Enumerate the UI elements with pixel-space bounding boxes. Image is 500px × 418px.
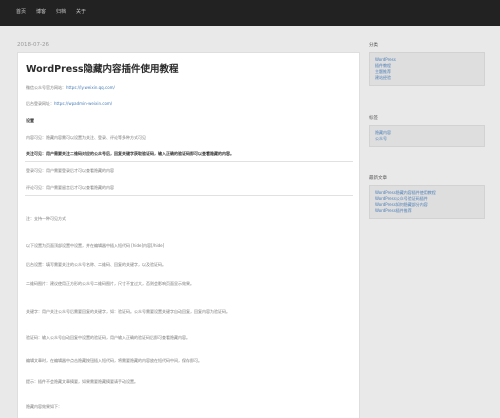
desc-line-4: 注：支持一种可见方式	[26, 216, 66, 221]
widget-title: 分类	[369, 43, 378, 48]
nav-item-home[interactable]: 首页	[16, 8, 26, 17]
nav-item-blog[interactable]: 博客	[36, 8, 46, 17]
site-line: 微信公众号官方网站：https://ly.weixin.qq.com/	[26, 85, 115, 91]
paragraph-4: 关键字：用户关注公众号后需要回复的关键字，如：验证码。公众号需要设置关键字自动回…	[26, 309, 230, 314]
site-link[interactable]: https://ly.weixin.qq.com/	[66, 85, 115, 90]
paragraph-8: 隐藏内容效果如下：	[26, 404, 62, 409]
paragraph-5: 验证码：输入公众号自动回复中设置的验证码，用户输入正确的验证码后即可查看隐藏内容…	[26, 335, 190, 340]
nav-item-archive[interactable]: 归档	[56, 8, 66, 17]
paragraph-2: 后台设置：填写需要关注的公众号名称、二维码、回复的关键字，以及验证码。	[26, 262, 166, 267]
widget-title: 标签	[369, 116, 378, 121]
widget-categories: 分类 WordPress 插件教程 主题推荐 建站经验	[369, 42, 485, 86]
widget-recent-posts: 最新文章 WordPress隐藏内容插件使用教程 WordPress公众号验证码…	[369, 175, 485, 219]
widget-link-list: 隐藏内容 公众号	[369, 125, 485, 147]
login-line: 后台登录网址：https://wpadmin-weixin.com/	[26, 101, 112, 107]
widget-tags: 标签 隐藏内容 公众号	[369, 115, 485, 147]
category-link[interactable]: 建站经验	[375, 75, 479, 81]
post-date: 2018-07-26	[17, 42, 49, 48]
desc-line-1: 内容可见：隐藏内容需可以设置为关注、登录、评论等多种方式可见	[26, 135, 146, 140]
paragraph-7: 提示：插件不会隐藏文章摘要，如果需要隐藏摘要请手动设置。	[26, 379, 138, 384]
widget-link-list: WordPress隐藏内容插件使用教程 WordPress公众号验证码插件 Wo…	[369, 185, 485, 219]
recent-post-link[interactable]: WordPress插件推荐	[375, 208, 479, 214]
widget-link-list: WordPress 插件教程 主题推荐 建站经验	[369, 52, 485, 86]
desc-line-bold: 关注可见：用户需要关注二维码对应的公众号后，回复关键字获取验证码，输入正确的验证…	[26, 151, 234, 156]
site-label: 微信公众号官方网站：	[26, 85, 66, 90]
paragraph-3: 二维码图片：建议使用正方形的公众号二维码图片，尺寸不宜过大，否则会影响页面显示效…	[26, 281, 194, 286]
paragraph-1: 以下设置为页面顶部设置中设置，并在编辑器中插入短代码 [hide]内容[/hid…	[26, 243, 165, 248]
desc-line-2: 登录可见：用户需要登录后才可以查看隐藏的内容	[26, 168, 114, 173]
paragraph-6: 编辑文章时，在编辑器中点击隐藏按钮插入短代码，将需要隐藏的内容放在短代码中间，保…	[26, 358, 202, 363]
tag-link[interactable]: 公众号	[375, 136, 479, 142]
divider	[25, 161, 353, 162]
divider	[25, 195, 353, 196]
nav-item-about[interactable]: 关于	[76, 8, 86, 17]
section-heading: 设置	[26, 118, 34, 123]
desc-line-3: 评论可见：用户需要留言后才可以查看隐藏的内容	[26, 185, 114, 190]
widget-title: 最新文章	[369, 176, 387, 181]
post-title[interactable]: WordPress隐藏内容插件使用教程	[26, 61, 179, 75]
login-label: 后台登录网址：	[26, 101, 54, 106]
main-nav: 首页 博客 归档 关于	[16, 8, 86, 17]
top-navbar: 首页 博客 归档 关于	[0, 0, 500, 26]
post-card: WordPress隐藏内容插件使用教程 微信公众号官方网站：https://ly…	[17, 52, 360, 418]
login-link[interactable]: https://wpadmin-weixin.com/	[54, 101, 112, 106]
